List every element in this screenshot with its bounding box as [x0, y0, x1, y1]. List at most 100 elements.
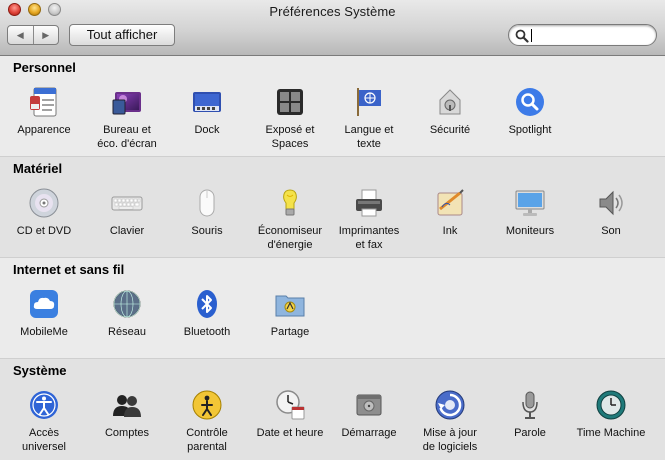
- back-button[interactable]: ◀: [8, 26, 34, 44]
- network-icon: [113, 290, 141, 318]
- pane-label: Date et heure: [256, 427, 324, 439]
- pane-label: Contrôle parental: [186, 427, 228, 453]
- pane-time-machine[interactable]: Time Machine: [570, 389, 652, 440]
- search-icon: [515, 29, 529, 43]
- pane-sharing[interactable]: Partage: [249, 288, 331, 339]
- back-forward-control: ◀ ▶: [7, 25, 59, 45]
- sound-icon: [599, 190, 623, 216]
- pane-appearance[interactable]: Apparence: [3, 86, 85, 137]
- window-title: Préférences Système: [269, 4, 396, 19]
- bluetooth-icon: [197, 290, 217, 318]
- pane-label: Parole: [514, 427, 546, 439]
- section-title: Matériel: [13, 161, 63, 176]
- section-internet-et-sans-fil: Internet et sans fil MobileMe Réseau Blueto…: [0, 257, 665, 358]
- pane-label: Sécurité: [429, 124, 471, 136]
- expose-spaces-icon: [277, 89, 303, 115]
- pane-label: Time Machine: [576, 427, 646, 439]
- pane-spotlight[interactable]: Spotlight: [489, 86, 571, 137]
- pane-label: Comptes: [104, 427, 150, 439]
- mouse-icon: [199, 189, 215, 217]
- pane-ink[interactable]: Ink: [409, 187, 491, 238]
- pane-label: Clavier: [109, 225, 145, 237]
- ink-icon: [437, 189, 464, 216]
- time-machine-icon: [596, 390, 626, 420]
- pane-displays[interactable]: Moniteurs: [489, 187, 571, 238]
- pane-dock[interactable]: Dock: [166, 86, 248, 137]
- pane-speech[interactable]: Parole: [489, 389, 571, 440]
- desktop-screensaver-icon: [112, 92, 141, 115]
- pane-label: Partage: [270, 326, 310, 338]
- dock-icon: [193, 92, 221, 112]
- pane-label: Souris: [191, 225, 223, 237]
- energy-saver-icon: [283, 189, 297, 216]
- section-title: Personnel: [13, 60, 76, 75]
- pane-label: Dock: [194, 124, 220, 136]
- pane-label: Apparence: [17, 124, 71, 136]
- pane-label: Exposé et Spaces: [265, 124, 315, 150]
- pane-label: Bluetooth: [183, 326, 231, 338]
- pane-label: Démarrage: [341, 427, 397, 439]
- language-text-icon: [357, 88, 381, 116]
- section-title: Internet et sans fil: [13, 262, 125, 277]
- date-time-icon: [276, 390, 305, 420]
- section-title: Système: [13, 363, 67, 378]
- pane-language-text[interactable]: Langue et texte: [328, 86, 410, 151]
- parental-controls-icon: [192, 390, 222, 420]
- pane-printer[interactable]: Imprimantes et fax: [328, 187, 410, 252]
- displays-icon: [515, 190, 545, 216]
- pane-universal-access[interactable]: Accès universel: [3, 389, 85, 454]
- universal-access-icon: [30, 391, 58, 419]
- pane-software-update[interactable]: Mise à jour de logiciels: [409, 389, 491, 454]
- search-input[interactable]: [531, 27, 649, 43]
- pane-network[interactable]: Réseau: [86, 288, 168, 339]
- show-all-button[interactable]: Tout afficher: [69, 24, 175, 46]
- spotlight-icon: [516, 88, 544, 116]
- keyboard-icon: [111, 196, 143, 211]
- cd-dvd-icon: [29, 188, 59, 218]
- pane-label: Mise à jour de logiciels: [422, 427, 478, 453]
- pane-desktop-screensaver[interactable]: Bureau et éco. d'écran: [86, 86, 168, 151]
- pane-label: Réseau: [108, 326, 146, 338]
- pane-label: Imprimantes et fax: [338, 225, 400, 251]
- pane-cd-dvd[interactable]: CD et DVD: [3, 187, 85, 238]
- preference-panes: Personnel Apparence Bureau et éco. d'écran…: [0, 56, 665, 460]
- speech-icon: [522, 391, 538, 419]
- pane-energy-saver[interactable]: Économiseur d'énergie: [249, 187, 331, 252]
- pane-mobileme[interactable]: MobileMe: [3, 288, 85, 339]
- pane-sound[interactable]: Son: [570, 187, 652, 238]
- search-field[interactable]: [508, 24, 657, 46]
- pane-startup-disk[interactable]: Démarrage: [328, 389, 410, 440]
- forward-button[interactable]: ▶: [34, 26, 59, 44]
- section-matériel: Matériel CD et DVD Clavier Souris Économiseu…: [0, 156, 665, 257]
- pane-label: CD et DVD: [16, 225, 72, 237]
- printer-icon: [356, 189, 382, 217]
- sharing-icon: [275, 295, 305, 317]
- title-toolbar: Préférences Système ◀ ▶ Tout afficher: [0, 0, 665, 56]
- pane-mouse[interactable]: Souris: [166, 187, 248, 238]
- pane-label: Son: [601, 225, 621, 237]
- pane-parental-controls[interactable]: Contrôle parental: [166, 389, 248, 454]
- pane-security[interactable]: Sécurité: [409, 86, 491, 137]
- system-preferences-window: Préférences Système ◀ ▶ Tout afficher Pe…: [0, 0, 665, 460]
- pane-label: Économiseur d'énergie: [257, 225, 323, 251]
- pane-label: Bureau et éco. d'écran: [97, 124, 157, 150]
- section-personnel: Personnel Apparence Bureau et éco. d'écran…: [0, 56, 665, 156]
- pane-label: Ink: [442, 225, 458, 237]
- startup-disk-icon: [356, 394, 382, 416]
- pane-label: Spotlight: [508, 124, 552, 136]
- software-update-icon: [435, 390, 465, 420]
- pane-keyboard[interactable]: Clavier: [86, 187, 168, 238]
- pane-date-time[interactable]: Date et heure: [249, 389, 331, 440]
- appearance-icon: [30, 87, 57, 117]
- pane-label: Langue et texte: [344, 124, 394, 150]
- mobileme-icon: [30, 290, 58, 318]
- text-cursor: [531, 29, 532, 42]
- pane-label: Moniteurs: [505, 225, 555, 237]
- pane-accounts[interactable]: Comptes: [86, 389, 168, 440]
- pane-bluetooth[interactable]: Bluetooth: [166, 288, 248, 339]
- section-système: Système Accès universel Comptes Contrôle pa…: [0, 358, 665, 460]
- pane-expose-spaces[interactable]: Exposé et Spaces: [249, 86, 331, 151]
- security-icon: [439, 89, 461, 115]
- accounts-icon: [113, 395, 141, 417]
- pane-label: Accès universel: [21, 427, 67, 453]
